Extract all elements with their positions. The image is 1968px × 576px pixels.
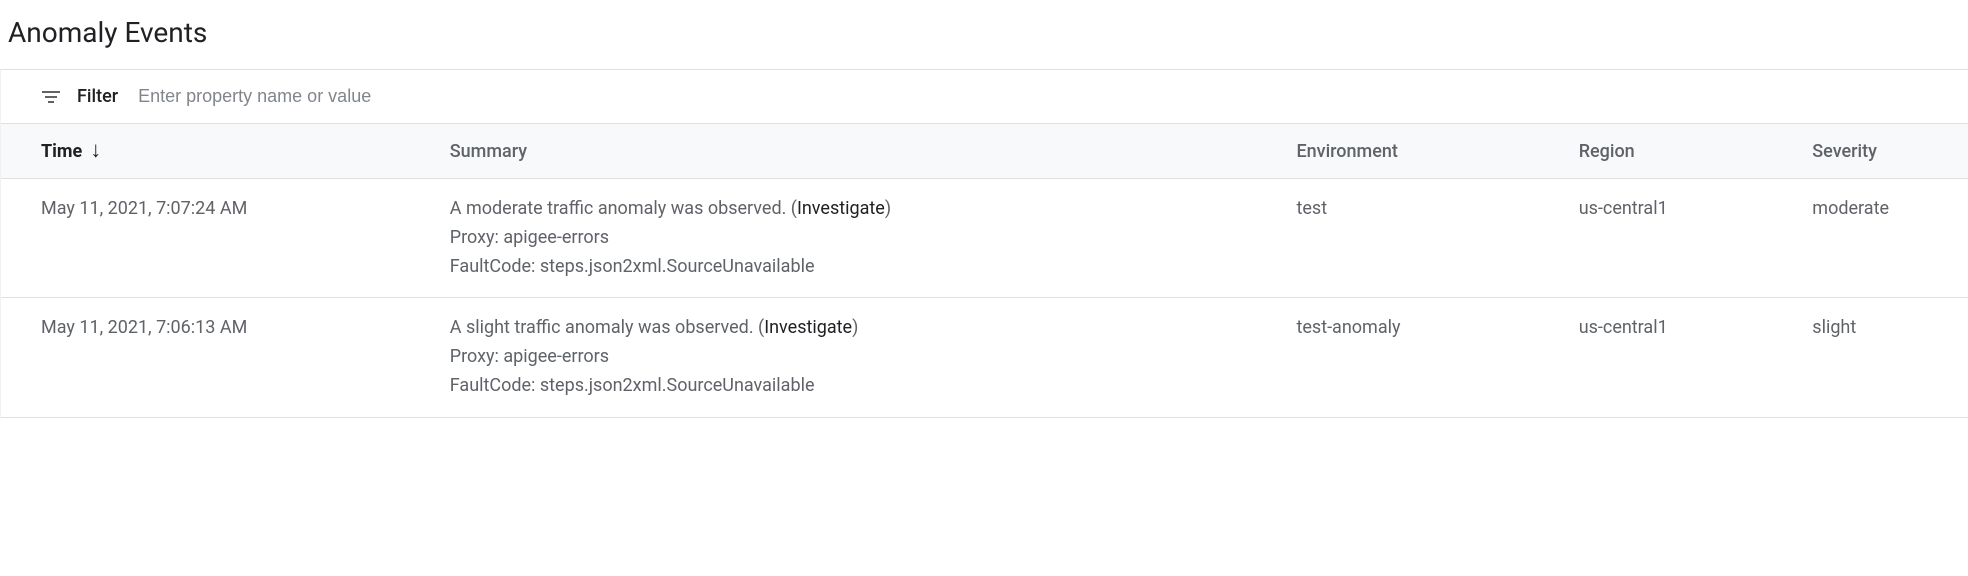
filter-bar: Filter xyxy=(1,70,1968,124)
filter-label: Filter xyxy=(77,86,118,107)
table-row: May 11, 2021, 7:07:24 AM A moderate traf… xyxy=(1,179,1968,298)
summary-proxy: Proxy: apigee-errors xyxy=(450,224,1297,253)
anomaly-table: Time ↓ Summary Environment Region Severi… xyxy=(1,124,1968,418)
summary-text: A moderate traffic anomaly was observed.… xyxy=(450,198,797,219)
summary-end: ) xyxy=(885,198,891,219)
page-title: Anomaly Events xyxy=(0,0,1968,69)
investigate-link[interactable]: Investigate xyxy=(764,317,852,338)
cell-time: May 11, 2021, 7:06:13 AM xyxy=(41,314,450,400)
investigate-link[interactable]: Investigate xyxy=(797,198,885,219)
column-region[interactable]: Region xyxy=(1579,140,1813,162)
column-time-label: Time xyxy=(41,141,82,162)
column-summary[interactable]: Summary xyxy=(450,140,1297,162)
summary-end: ) xyxy=(852,317,858,338)
column-severity[interactable]: Severity xyxy=(1812,140,1968,162)
cell-region: us-central1 xyxy=(1579,314,1813,400)
sort-arrow-down-icon: ↓ xyxy=(90,140,101,162)
summary-proxy: Proxy: apigee-errors xyxy=(450,343,1297,372)
anomaly-events-panel: Filter Time ↓ Summary Environment Region… xyxy=(0,69,1968,418)
filter-icon xyxy=(41,87,61,107)
summary-faultcode: FaultCode: steps.json2xml.SourceUnavaila… xyxy=(450,372,1297,401)
table-row: May 11, 2021, 7:06:13 AM A slight traffi… xyxy=(1,298,1968,417)
column-time[interactable]: Time ↓ xyxy=(41,140,450,162)
cell-environment: test xyxy=(1296,195,1578,281)
cell-severity: moderate xyxy=(1812,195,1968,281)
table-header: Time ↓ Summary Environment Region Severi… xyxy=(1,124,1968,179)
cell-summary: A slight traffic anomaly was observed. (… xyxy=(450,314,1297,400)
cell-summary: A moderate traffic anomaly was observed.… xyxy=(450,195,1297,281)
cell-severity: slight xyxy=(1812,314,1968,400)
cell-environment: test-anomaly xyxy=(1296,314,1578,400)
summary-faultcode: FaultCode: steps.json2xml.SourceUnavaila… xyxy=(450,253,1297,282)
cell-time: May 11, 2021, 7:07:24 AM xyxy=(41,195,450,281)
summary-text: A slight traffic anomaly was observed. ( xyxy=(450,317,764,338)
column-environment[interactable]: Environment xyxy=(1296,140,1578,162)
filter-input[interactable] xyxy=(138,86,1936,107)
cell-region: us-central1 xyxy=(1579,195,1813,281)
